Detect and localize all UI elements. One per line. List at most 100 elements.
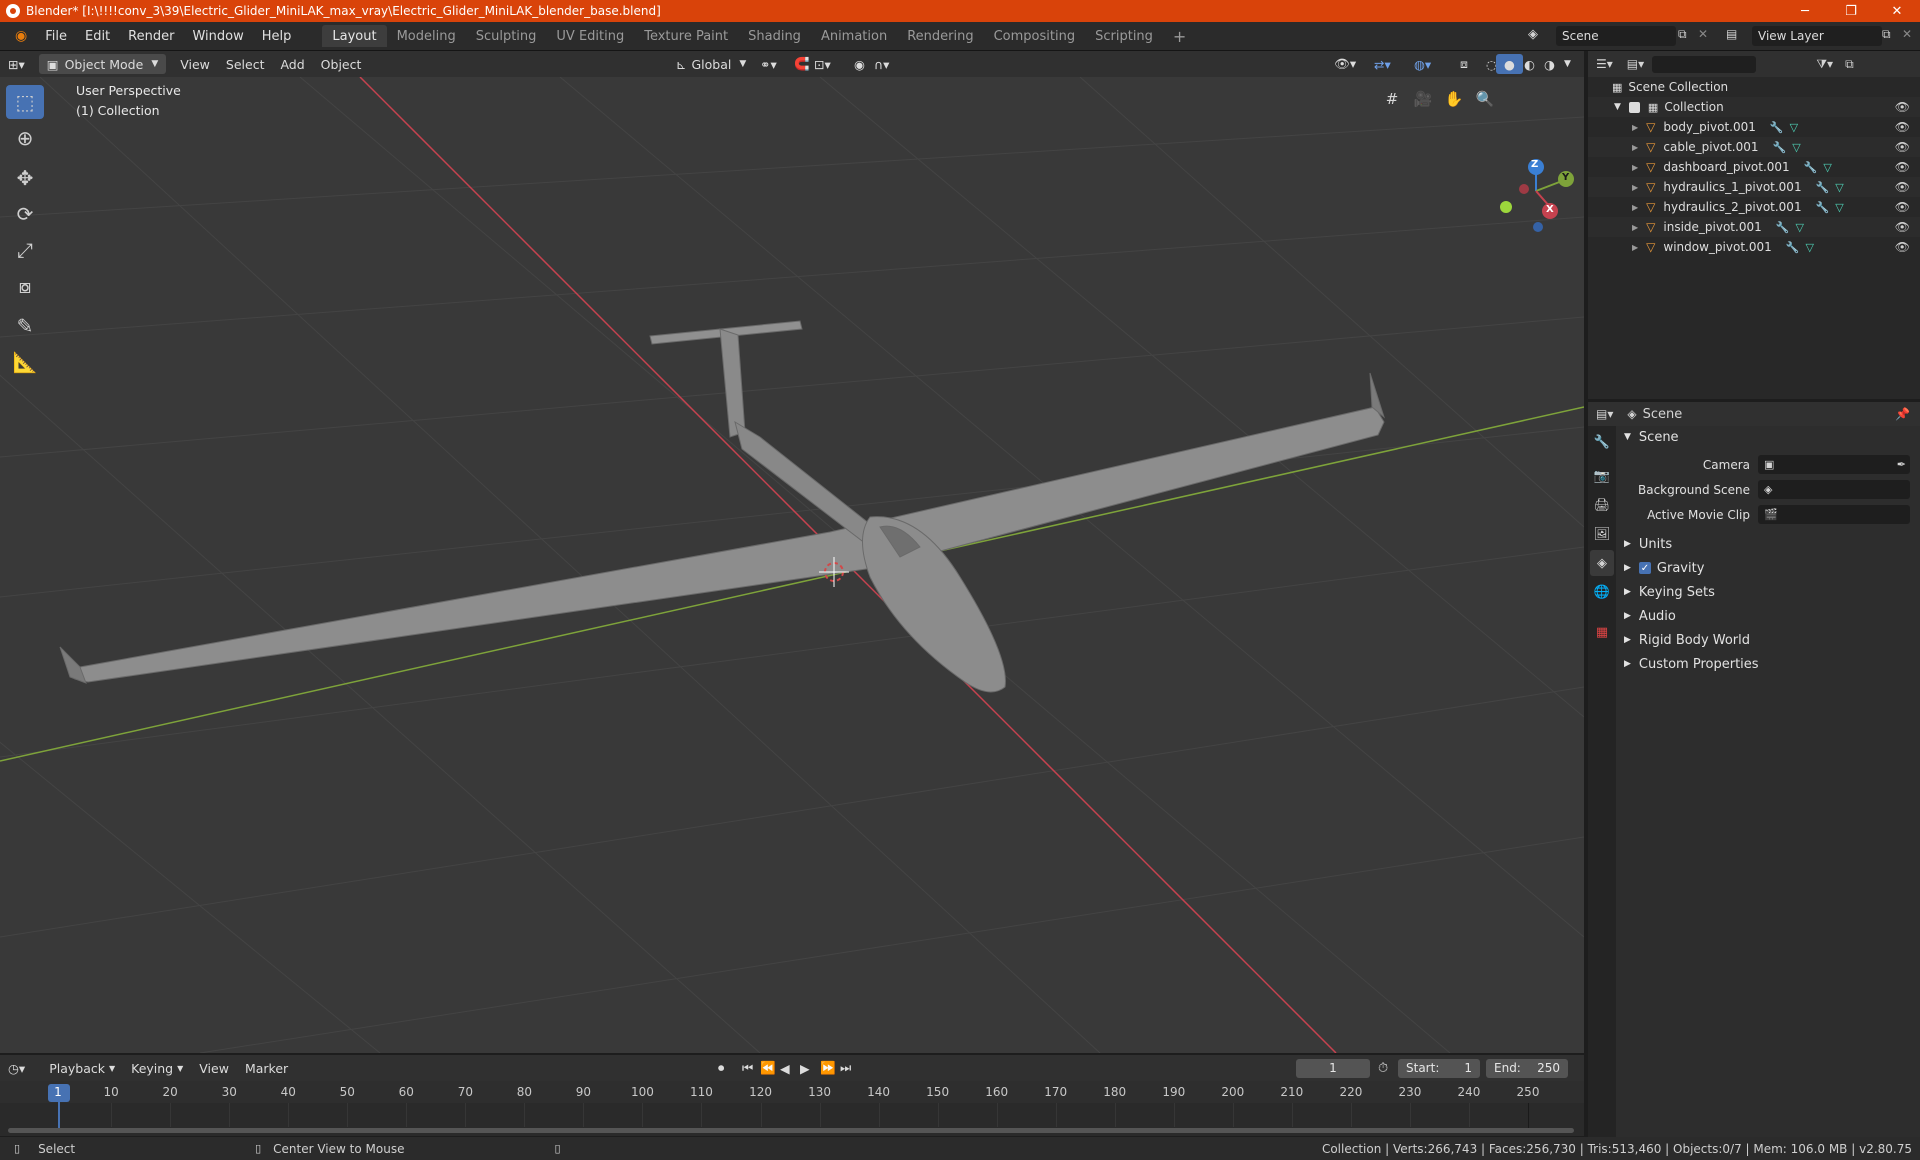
eye-icon[interactable]: 👁 [1895, 140, 1910, 154]
shading-options-icon[interactable]: ▼ [1556, 54, 1579, 74]
world-tab-icon[interactable]: 🌐 [1590, 579, 1614, 605]
tab-uv-editing[interactable]: UV Editing [546, 25, 634, 47]
end-frame-field[interactable]: End: 250 [1486, 1058, 1568, 1078]
expand-icon[interactable]: ▼ [1614, 102, 1621, 112]
outliner-search-input[interactable] [1652, 55, 1757, 73]
tab-texture-paint[interactable]: Texture Paint [634, 25, 738, 47]
mesh-data-icon[interactable]: ▽ [1805, 241, 1813, 254]
outliner-object-row[interactable]: ▶ ▽ hydraulics_1_pivot.001 🔧 ▽ 👁 [1588, 177, 1920, 197]
delete-view-layer-icon[interactable]: ✕ [1902, 27, 1912, 41]
outliner-object-row[interactable]: ▶ ▽ inside_pivot.001 🔧 ▽ 👁 [1588, 217, 1920, 237]
transform-orientation[interactable]: ⊾ Global ▼ [668, 54, 754, 74]
outliner-object-row[interactable]: ▶ ▽ window_pivot.001 🔧 ▽ 👁 [1588, 237, 1920, 257]
mesh-data-icon[interactable]: ▽ [1823, 161, 1831, 174]
outliner-editor-type-icon[interactable]: ☰▾ [1596, 57, 1613, 71]
expand-icon[interactable]: ▶ [1632, 163, 1638, 172]
tab-compositing[interactable]: Compositing [984, 25, 1086, 47]
expand-icon[interactable]: ▶ [1632, 183, 1638, 192]
eye-icon[interactable]: 👁 [1895, 100, 1910, 114]
menu-object[interactable]: Object [313, 54, 370, 74]
rigid-body-world-panel-header[interactable]: ▶ Rigid Body World [1618, 629, 1916, 651]
menu-help[interactable]: Help [253, 25, 301, 47]
camera-view-icon[interactable]: 🎥 [1409, 85, 1437, 113]
menu-render[interactable]: Render [119, 25, 183, 47]
tab-layout[interactable]: Layout [322, 25, 387, 47]
expand-icon[interactable]: ▶ [1632, 223, 1638, 232]
mesh-data-icon[interactable]: ▽ [1792, 141, 1800, 154]
modifier-icon[interactable]: 🔧 [1770, 121, 1784, 134]
timeline-editor-type-icon[interactable]: ◷▾ [0, 1058, 33, 1078]
jump-end-icon[interactable]: ⏭ [832, 1058, 859, 1078]
custom-properties-panel-header[interactable]: ▶ Custom Properties [1618, 653, 1916, 675]
timeline[interactable]: 1 10 20 30 40 50 60 70 80 90 100 110 120 130 140 150 160… [0, 1081, 1584, 1136]
maximize-button[interactable]: ❐ [1828, 0, 1874, 22]
outliner-object-row[interactable]: ▶ ▽ dashboard_pivot.001 🔧 ▽ 👁 [1588, 157, 1920, 177]
modifier-icon[interactable]: 🔧 [1786, 241, 1800, 254]
close-button[interactable]: ✕ [1874, 0, 1920, 22]
3d-viewport[interactable]: Z Y X User Perspective (1) Collection ⬚ … [0, 77, 1584, 1053]
snap-target-icon[interactable]: ⊡▾ [806, 54, 839, 74]
move-tool-icon[interactable]: ✥ [6, 161, 44, 195]
expand-icon[interactable]: ▶ [1632, 123, 1638, 132]
proportional-falloff-icon[interactable]: ∩▾ [866, 54, 897, 74]
mesh-data-icon[interactable]: ▽ [1790, 121, 1798, 134]
eye-icon[interactable]: 👁 [1895, 240, 1910, 254]
current-frame-field[interactable]: 1 [1296, 1058, 1370, 1078]
eye-icon[interactable]: 👁 [1895, 160, 1910, 174]
eye-icon[interactable]: 👁 [1895, 180, 1910, 194]
outliner-object-row[interactable]: ▶ ▽ body_pivot.001 🔧 ▽ 👁 [1588, 117, 1920, 137]
overlays-toggle-icon[interactable]: ◍▾ [1406, 54, 1439, 74]
filter-icon[interactable]: ⧩▾ [1816, 57, 1833, 72]
menu-playback[interactable]: Playback ▼ [41, 1058, 123, 1078]
gizmo-toggle-icon[interactable]: ⇄▾ [1366, 54, 1399, 74]
properties-editor-type-icon[interactable]: ▤▾ [1596, 407, 1613, 421]
eye-icon[interactable]: 👁 [1895, 200, 1910, 214]
select-box-tool-icon[interactable]: ⬚ [6, 85, 44, 119]
display-mode-icon[interactable]: ▤▾ [1627, 57, 1644, 71]
expand-icon[interactable]: ▶ [1632, 143, 1638, 152]
blender-menu-icon[interactable]: ◉ [6, 25, 36, 47]
active-movie-clip-field[interactable]: 🎬 [1758, 505, 1910, 524]
new-view-layer-icon[interactable]: ⧉ [1882, 27, 1891, 42]
modifier-icon[interactable]: 🔧 [1816, 181, 1830, 194]
tab-shading[interactable]: Shading [738, 25, 811, 47]
glider-model[interactable] [59, 320, 1385, 693]
mesh-data-icon[interactable]: ▽ [1835, 181, 1843, 194]
keying-sets-panel-header[interactable]: ▶ Keying Sets [1618, 581, 1916, 603]
menu-marker[interactable]: Marker [237, 1058, 296, 1078]
start-frame-field[interactable]: Start: 1 [1398, 1058, 1480, 1078]
cursor-tool-icon[interactable]: ⊕ [6, 121, 44, 155]
outliner-object-row[interactable]: ▶ ▽ hydraulics_2_pivot.001 🔧 ▽ 👁 [1588, 197, 1920, 217]
checkbox-icon[interactable] [1628, 101, 1640, 113]
zoom-view-icon[interactable]: 🔍 [1471, 85, 1499, 113]
eye-icon[interactable]: 👁 [1895, 220, 1910, 234]
tab-sculpting[interactable]: Sculpting [466, 25, 547, 47]
record-icon[interactable]: ⏺ [710, 1058, 732, 1078]
scene-panel-header[interactable]: ▼ Scene [1618, 426, 1916, 448]
gravity-checkbox[interactable]: ✓ [1638, 562, 1651, 574]
stopwatch-icon[interactable]: ⏱ [1378, 1061, 1388, 1076]
tab-scripting[interactable]: Scripting [1085, 25, 1163, 47]
minimize-button[interactable]: ─ [1782, 0, 1828, 22]
scale-tool-icon[interactable]: ⤢ [6, 233, 44, 267]
modifier-icon[interactable]: 🔧 [1804, 161, 1818, 174]
annotate-tool-icon[interactable]: ✎ [6, 309, 44, 343]
xray-toggle-icon[interactable]: ⧈ [1452, 54, 1476, 74]
gravity-panel-header[interactable]: ▶ ✓ Gravity [1618, 557, 1916, 579]
view-layer-field[interactable]: View Layer [1752, 26, 1882, 46]
pan-view-icon[interactable]: ✋ [1440, 85, 1468, 113]
visibility-icon[interactable]: 👁▾ [1326, 54, 1364, 74]
mode-selector[interactable]: ▣ Object Mode ▼ [38, 54, 167, 74]
menu-keying[interactable]: Keying ▼ [123, 1058, 191, 1078]
eyedropper-icon[interactable]: ✒ [1897, 458, 1906, 471]
audio-panel-header[interactable]: ▶ Audio [1618, 605, 1916, 627]
scene-field[interactable]: Scene [1556, 26, 1676, 46]
texture-tab-icon[interactable]: ▦ [1590, 619, 1614, 645]
units-panel-header[interactable]: ▶ Units [1618, 533, 1916, 555]
modifier-icon[interactable]: 🔧 [1773, 141, 1787, 154]
menu-file[interactable]: File [36, 25, 76, 47]
measure-tool-icon[interactable]: 📐 [6, 345, 44, 379]
rotate-tool-icon[interactable]: ⟳ [6, 197, 44, 231]
new-scene-icon[interactable]: ⧉ [1678, 27, 1687, 42]
delete-scene-icon[interactable]: ✕ [1698, 27, 1708, 41]
